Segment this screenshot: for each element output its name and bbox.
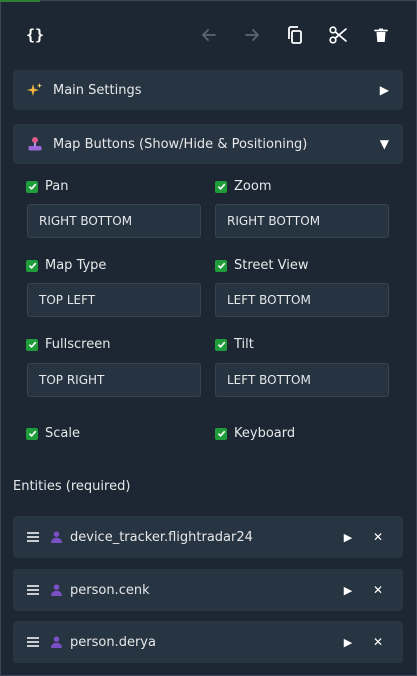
- tilt-checkbox[interactable]: [215, 338, 227, 351]
- pan-checkbox[interactable]: [26, 180, 38, 193]
- zoom-option[interactable]: Zoom: [215, 179, 271, 194]
- remove-entity-icon[interactable]: ✕: [367, 635, 389, 649]
- main-settings-section[interactable]: Main Settings ▶: [13, 70, 403, 110]
- expand-entity-icon[interactable]: ▶: [337, 636, 359, 649]
- zoom-label: Zoom: [234, 179, 272, 194]
- sparkles-icon: [27, 82, 43, 98]
- fullscreen-checkbox[interactable]: [26, 338, 38, 351]
- fullscreen-position-select[interactable]: TOP RIGHT: [27, 363, 201, 397]
- person-icon: [51, 584, 63, 596]
- active-tab-indicator: [0, 0, 40, 2]
- tilt-label: Tilt: [234, 337, 254, 352]
- street-view-position-select[interactable]: LEFT BOTTOM: [215, 283, 389, 317]
- main-settings-title: Main Settings: [53, 82, 142, 98]
- undo-icon[interactable]: [192, 14, 226, 56]
- zoom-position-select[interactable]: RIGHT BOTTOM: [215, 204, 389, 238]
- fullscreen-option[interactable]: Fullscreen: [26, 337, 110, 352]
- map-buttons-title: Map Buttons (Show/Hide & Positioning): [53, 136, 308, 152]
- map-type-position-select[interactable]: TOP LEFT: [27, 283, 201, 317]
- cut-icon[interactable]: [321, 14, 355, 56]
- keyboard-option[interactable]: Keyboard: [215, 426, 295, 441]
- person-icon: [51, 531, 63, 543]
- entities-heading: Entities (required): [13, 479, 131, 494]
- map-type-option[interactable]: Map Type: [26, 258, 106, 273]
- delete-icon[interactable]: [364, 14, 398, 56]
- entity-name: device_tracker.flightradar24: [70, 529, 253, 545]
- scale-label: Scale: [45, 426, 80, 441]
- zoom-checkbox[interactable]: [215, 180, 227, 193]
- collapse-arrow-icon[interactable]: ▼: [380, 137, 389, 151]
- expand-entity-icon[interactable]: ▶: [337, 584, 359, 597]
- remove-entity-icon[interactable]: ✕: [367, 583, 389, 597]
- code-editor-button[interactable]: {}: [18, 14, 52, 56]
- drag-handle-icon[interactable]: [27, 637, 39, 647]
- street-view-label: Street View: [234, 258, 309, 273]
- entity-row[interactable]: device_tracker.flightradar24 ▶ ✕: [13, 516, 403, 558]
- entity-row[interactable]: person.derya ▶ ✕: [13, 621, 403, 663]
- drag-handle-icon[interactable]: [27, 585, 39, 595]
- scale-checkbox[interactable]: [26, 427, 38, 440]
- street-view-checkbox[interactable]: [215, 259, 227, 272]
- copy-icon[interactable]: [278, 14, 312, 56]
- map-type-checkbox[interactable]: [26, 259, 38, 272]
- joystick-icon: [27, 136, 43, 152]
- pan-label: Pan: [45, 179, 69, 194]
- map-buttons-section[interactable]: Map Buttons (Show/Hide & Positioning) ▼: [13, 124, 403, 164]
- scale-option[interactable]: Scale: [26, 426, 80, 441]
- fullscreen-label: Fullscreen: [45, 337, 111, 352]
- tilt-position-select[interactable]: LEFT BOTTOM: [215, 363, 389, 397]
- drag-handle-icon[interactable]: [27, 532, 39, 542]
- toolbar: {}: [0, 14, 417, 56]
- expand-arrow-icon[interactable]: ▶: [380, 83, 389, 97]
- pan-option[interactable]: Pan: [26, 179, 68, 194]
- keyboard-label: Keyboard: [234, 426, 296, 441]
- map-type-label: Map Type: [45, 258, 107, 273]
- tilt-option[interactable]: Tilt: [215, 337, 254, 352]
- street-view-option[interactable]: Street View: [215, 258, 308, 273]
- remove-entity-icon[interactable]: ✕: [367, 530, 389, 544]
- pan-position-select[interactable]: RIGHT BOTTOM: [27, 204, 201, 238]
- entity-name: person.cenk: [70, 582, 150, 598]
- person-icon: [51, 636, 63, 648]
- redo-icon[interactable]: [235, 14, 269, 56]
- entity-name: person.derya: [70, 634, 156, 650]
- expand-entity-icon[interactable]: ▶: [337, 531, 359, 544]
- keyboard-checkbox[interactable]: [215, 427, 227, 440]
- entity-row[interactable]: person.cenk ▶ ✕: [13, 569, 403, 611]
